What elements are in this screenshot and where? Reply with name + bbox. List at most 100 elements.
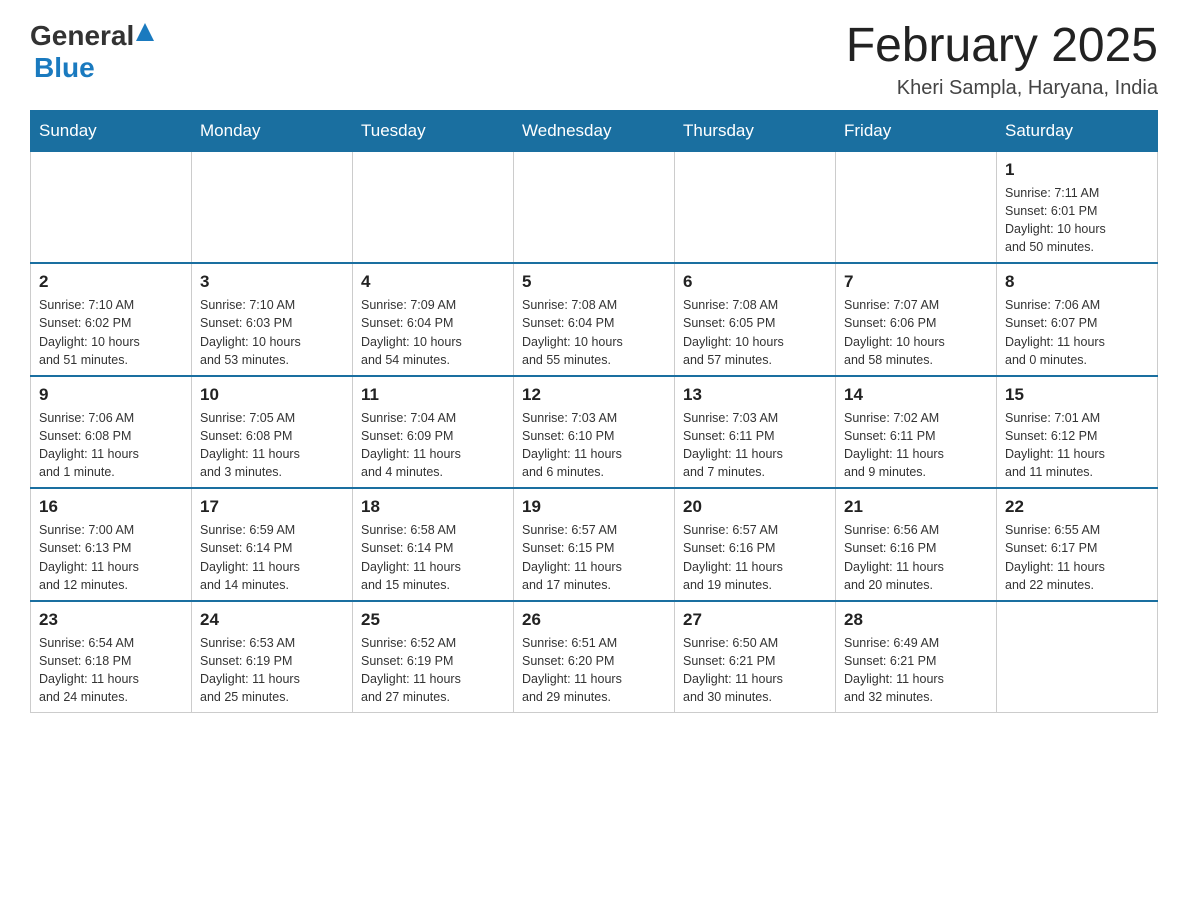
calendar-cell: 18 Sunrise: 6:58 AM Sunset: 6:14 PM Dayli… [353, 488, 514, 601]
cell-day-number: 5 [522, 272, 666, 292]
cell-sun-info: Sunrise: 6:51 AM Sunset: 6:20 PM Dayligh… [522, 634, 666, 707]
cell-day-number: 21 [844, 497, 988, 517]
cell-day-number: 8 [1005, 272, 1149, 292]
calendar-cell [514, 151, 675, 263]
logo-triangle-icon [136, 23, 154, 46]
month-title: February 2025 [846, 20, 1158, 73]
cell-day-number: 24 [200, 610, 344, 630]
calendar-header-row: Sunday Monday Tuesday Wednesday Thursday… [31, 110, 1158, 151]
cell-day-number: 28 [844, 610, 988, 630]
cell-day-number: 26 [522, 610, 666, 630]
cell-day-number: 25 [361, 610, 505, 630]
calendar-cell: 15 Sunrise: 7:01 AM Sunset: 6:12 PM Dayli… [997, 376, 1158, 489]
calendar-cell [353, 151, 514, 263]
calendar-cell [675, 151, 836, 263]
calendar-cell: 4Sunrise: 7:09 AM Sunset: 6:04 PM Daylig… [353, 263, 514, 376]
cell-day-number: 14 [844, 385, 988, 405]
location-title: Kheri Sampla, Haryana, India [846, 77, 1158, 100]
cell-sun-info: Sunrise: 6:55 AM Sunset: 6:17 PM Dayligh… [1005, 521, 1149, 594]
calendar-table: Sunday Monday Tuesday Wednesday Thursday… [30, 110, 1158, 714]
calendar-cell [997, 601, 1158, 713]
cell-sun-info: Sunrise: 7:08 AM Sunset: 6:05 PM Dayligh… [683, 296, 827, 369]
cell-day-number: 6 [683, 272, 827, 292]
calendar-cell [836, 151, 997, 263]
title-block: February 2025 Kheri Sampla, Haryana, Ind… [846, 20, 1158, 100]
col-saturday: Saturday [997, 110, 1158, 151]
calendar-cell: 28 Sunrise: 6:49 AM Sunset: 6:21 PM Dayli… [836, 601, 997, 713]
cell-sun-info: Sunrise: 7:05 AM Sunset: 6:08 PM Dayligh… [200, 409, 344, 482]
calendar-cell: 23 Sunrise: 6:54 AM Sunset: 6:18 PM Dayli… [31, 601, 192, 713]
cell-day-number: 16 [39, 497, 183, 517]
calendar-cell: 20Sunrise: 6:57 AM Sunset: 6:16 PM Dayli… [675, 488, 836, 601]
cell-sun-info: Sunrise: 6:58 AM Sunset: 6:14 PM Dayligh… [361, 521, 505, 594]
cell-day-number: 15 [1005, 385, 1149, 405]
calendar-week-row: 16 Sunrise: 7:00 AM Sunset: 6:13 PM Dayli… [31, 488, 1158, 601]
calendar-cell: 10Sunrise: 7:05 AM Sunset: 6:08 PM Dayli… [192, 376, 353, 489]
calendar-cell: 22 Sunrise: 6:55 AM Sunset: 6:17 PM Dayli… [997, 488, 1158, 601]
calendar-cell: 5 Sunrise: 7:08 AM Sunset: 6:04 PM Daylig… [514, 263, 675, 376]
cell-sun-info: Sunrise: 7:07 AM Sunset: 6:06 PM Dayligh… [844, 296, 988, 369]
cell-sun-info: Sunrise: 7:02 AM Sunset: 6:11 PM Dayligh… [844, 409, 988, 482]
logo-blue-text: Blue [34, 52, 95, 83]
cell-day-number: 22 [1005, 497, 1149, 517]
calendar-cell: 8 Sunrise: 7:06 AM Sunset: 6:07 PM Daylig… [997, 263, 1158, 376]
cell-day-number: 18 [361, 497, 505, 517]
page-header: General Blue February 2025 Kheri Sampla,… [30, 20, 1158, 100]
cell-sun-info: Sunrise: 6:56 AM Sunset: 6:16 PM Dayligh… [844, 521, 988, 594]
cell-sun-info: Sunrise: 6:53 AM Sunset: 6:19 PM Dayligh… [200, 634, 344, 707]
cell-sun-info: Sunrise: 7:11 AM Sunset: 6:01 PM Dayligh… [1005, 184, 1149, 257]
cell-sun-info: Sunrise: 7:10 AM Sunset: 6:02 PM Dayligh… [39, 296, 183, 369]
cell-sun-info: Sunrise: 6:49 AM Sunset: 6:21 PM Dayligh… [844, 634, 988, 707]
cell-sun-info: Sunrise: 7:06 AM Sunset: 6:08 PM Dayligh… [39, 409, 183, 482]
cell-sun-info: Sunrise: 7:03 AM Sunset: 6:11 PM Dayligh… [683, 409, 827, 482]
calendar-cell: 9 Sunrise: 7:06 AM Sunset: 6:08 PM Daylig… [31, 376, 192, 489]
calendar-cell [192, 151, 353, 263]
cell-day-number: 19 [522, 497, 666, 517]
calendar-cell: 25 Sunrise: 6:52 AM Sunset: 6:19 PM Dayli… [353, 601, 514, 713]
cell-day-number: 3 [200, 272, 344, 292]
cell-sun-info: Sunrise: 6:57 AM Sunset: 6:15 PM Dayligh… [522, 521, 666, 594]
calendar-cell: 12Sunrise: 7:03 AM Sunset: 6:10 PM Dayli… [514, 376, 675, 489]
logo-general-text: General [30, 20, 134, 52]
cell-day-number: 13 [683, 385, 827, 405]
cell-sun-info: Sunrise: 6:59 AM Sunset: 6:14 PM Dayligh… [200, 521, 344, 594]
calendar-cell: 14 Sunrise: 7:02 AM Sunset: 6:11 PM Dayli… [836, 376, 997, 489]
cell-sun-info: Sunrise: 7:01 AM Sunset: 6:12 PM Dayligh… [1005, 409, 1149, 482]
cell-day-number: 7 [844, 272, 988, 292]
cell-sun-info: Sunrise: 6:52 AM Sunset: 6:19 PM Dayligh… [361, 634, 505, 707]
cell-day-number: 12 [522, 385, 666, 405]
cell-sun-info: Sunrise: 7:06 AM Sunset: 6:07 PM Dayligh… [1005, 296, 1149, 369]
calendar-cell: 2 Sunrise: 7:10 AM Sunset: 6:02 PM Daylig… [31, 263, 192, 376]
cell-sun-info: Sunrise: 7:04 AM Sunset: 6:09 PM Dayligh… [361, 409, 505, 482]
cell-day-number: 9 [39, 385, 183, 405]
calendar-cell: 1 Sunrise: 7:11 AM Sunset: 6:01 PM Daylig… [997, 151, 1158, 263]
cell-sun-info: Sunrise: 7:00 AM Sunset: 6:13 PM Dayligh… [39, 521, 183, 594]
cell-day-number: 17 [200, 497, 344, 517]
cell-sun-info: Sunrise: 7:08 AM Sunset: 6:04 PM Dayligh… [522, 296, 666, 369]
cell-day-number: 23 [39, 610, 183, 630]
cell-sun-info: Sunrise: 7:10 AM Sunset: 6:03 PM Dayligh… [200, 296, 344, 369]
cell-day-number: 11 [361, 385, 505, 405]
calendar-week-row: 2 Sunrise: 7:10 AM Sunset: 6:02 PM Daylig… [31, 263, 1158, 376]
calendar-cell: 27 Sunrise: 6:50 AM Sunset: 6:21 PM Dayli… [675, 601, 836, 713]
calendar-cell [31, 151, 192, 263]
calendar-cell: 13 Sunrise: 7:03 AM Sunset: 6:11 PM Dayli… [675, 376, 836, 489]
calendar-cell: 24 Sunrise: 6:53 AM Sunset: 6:19 PM Dayli… [192, 601, 353, 713]
calendar-cell: 17 Sunrise: 6:59 AM Sunset: 6:14 PM Dayli… [192, 488, 353, 601]
col-monday: Monday [192, 110, 353, 151]
cell-sun-info: Sunrise: 6:50 AM Sunset: 6:21 PM Dayligh… [683, 634, 827, 707]
calendar-cell: 11 Sunrise: 7:04 AM Sunset: 6:09 PM Dayli… [353, 376, 514, 489]
cell-sun-info: Sunrise: 7:09 AM Sunset: 6:04 PM Dayligh… [361, 296, 505, 369]
calendar-cell: 7 Sunrise: 7:07 AM Sunset: 6:06 PM Daylig… [836, 263, 997, 376]
calendar-cell: 16 Sunrise: 7:00 AM Sunset: 6:13 PM Dayli… [31, 488, 192, 601]
cell-sun-info: Sunrise: 6:57 AM Sunset: 6:16 PM Dayligh… [683, 521, 827, 594]
cell-sun-info: Sunrise: 6:54 AM Sunset: 6:18 PM Dayligh… [39, 634, 183, 707]
calendar-cell: 19 Sunrise: 6:57 AM Sunset: 6:15 PM Dayli… [514, 488, 675, 601]
col-sunday: Sunday [31, 110, 192, 151]
cell-day-number: 27 [683, 610, 827, 630]
calendar-week-row: 23 Sunrise: 6:54 AM Sunset: 6:18 PM Dayli… [31, 601, 1158, 713]
cell-day-number: 1 [1005, 160, 1149, 180]
cell-day-number: 2 [39, 272, 183, 292]
calendar-week-row: 9 Sunrise: 7:06 AM Sunset: 6:08 PM Daylig… [31, 376, 1158, 489]
calendar-cell: 26 Sunrise: 6:51 AM Sunset: 6:20 PM Dayli… [514, 601, 675, 713]
